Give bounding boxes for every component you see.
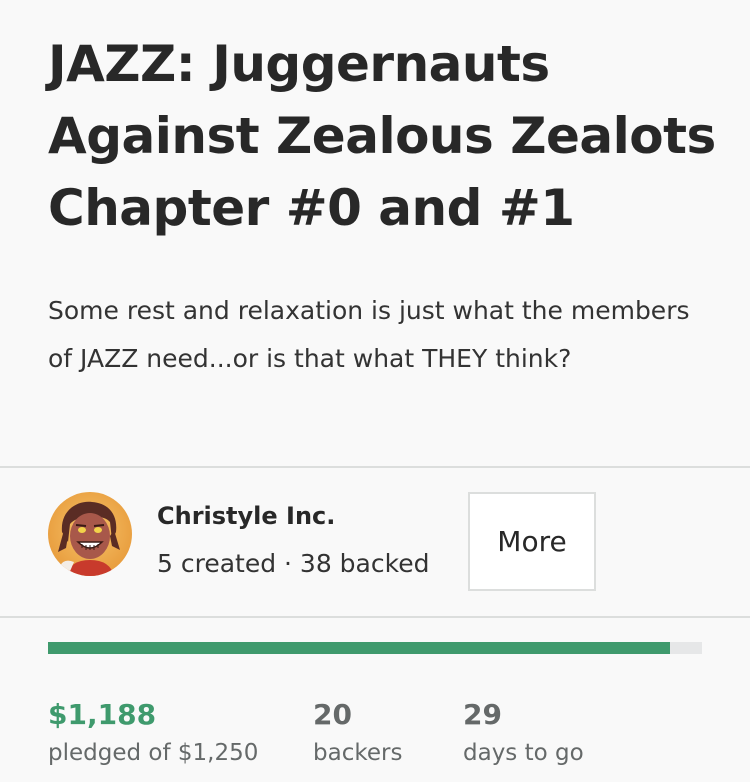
more-button[interactable]: More (468, 492, 596, 591)
creator-avatar[interactable] (48, 492, 132, 576)
backers-stat: 20 backers (313, 696, 402, 768)
project-blurb: Some rest and relaxation is just what th… (48, 296, 690, 373)
days-label: days to go (463, 740, 584, 766)
project-title: JAZZ: Juggernauts Against Zealous Zealot… (48, 35, 716, 237)
days-stat: 29 days to go (463, 696, 584, 768)
backers-value: 20 (313, 698, 352, 731)
cartoon-avatar-icon (48, 492, 132, 576)
backers-label: backers (313, 740, 403, 766)
creator-name[interactable]: Christyle Inc. (157, 500, 335, 532)
divider (0, 616, 750, 618)
creator-stats: 5 created · 38 backed (157, 549, 430, 578)
pledged-stat: $1,188 pledged of $1,250 (48, 696, 258, 768)
divider (0, 466, 750, 468)
pledged-label: pledged of $1,250 (48, 740, 259, 766)
funding-progress-fill (48, 642, 670, 654)
days-value: 29 (463, 698, 502, 731)
pledged-value: $1,188 (48, 698, 157, 731)
funding-progress-bar (48, 642, 702, 654)
